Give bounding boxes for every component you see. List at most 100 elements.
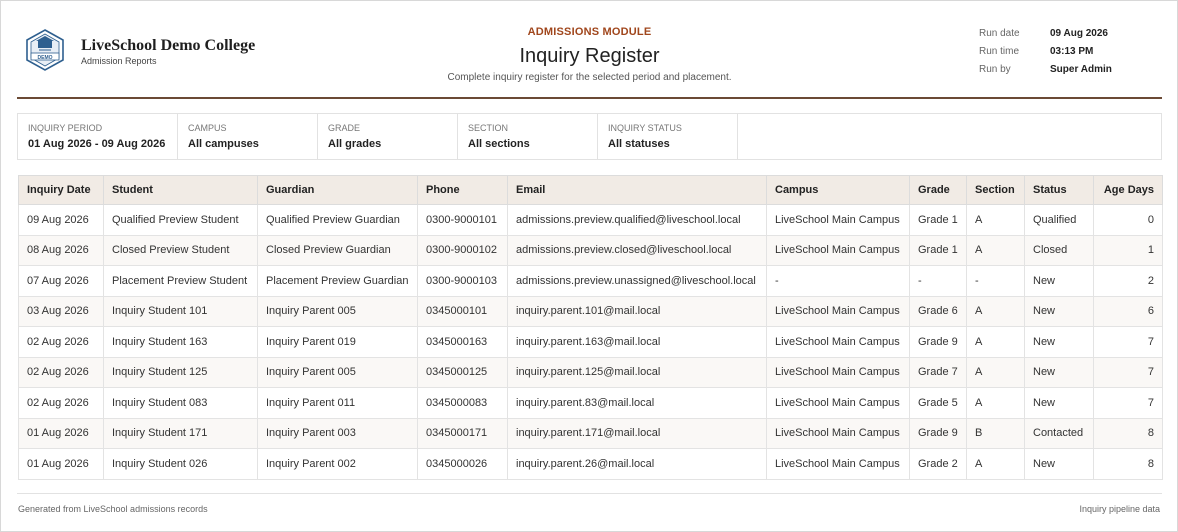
- cell-email: admissions.preview.qualified@liveschool.…: [507, 204, 767, 236]
- table-row: 03 Aug 2026 Inquiry Student 101 Inquiry Pa…: [18, 295, 1163, 327]
- cell-inquiry-date: 08 Aug 2026: [18, 234, 104, 266]
- cell-guardian: Inquiry Parent 019: [257, 326, 418, 358]
- inquiry-table: Inquiry Date Student Guardian Phone Email Cam…: [18, 175, 1163, 480]
- cell-inquiry-date: 02 Aug 2026: [18, 356, 104, 388]
- meta-value: 09 Aug 2026: [1050, 28, 1108, 39]
- cell-guardian: Closed Preview Guardian: [257, 234, 418, 266]
- cell-status: New: [1024, 356, 1094, 388]
- report-page: DEMO LiveSchool Demo College Admission R…: [0, 0, 1178, 532]
- cell-phone: 0345000026: [417, 448, 508, 480]
- cell-guardian: Inquiry Parent 003: [257, 417, 418, 449]
- run-metadata: Run date 09 Aug 2026 Run time 03:13 PM R…: [979, 28, 1112, 82]
- cell-status: New: [1024, 265, 1094, 297]
- cell-section: A: [966, 295, 1025, 327]
- filter-label: INQUIRY STATUS: [608, 123, 682, 133]
- module-label: ADMISSIONS MODULE: [527, 26, 652, 38]
- table-row: 02 Aug 2026 Inquiry Student 163 Inquiry Pa…: [18, 326, 1163, 358]
- filter-section: SECTION All sections: [458, 114, 598, 159]
- filter-grade: GRADE All grades: [318, 114, 458, 159]
- cell-grade: -: [909, 265, 967, 297]
- page-title: Inquiry Register: [519, 45, 660, 67]
- cell-section: A: [966, 204, 1025, 236]
- cell-campus: LiveSchool Main Campus: [766, 295, 910, 327]
- cell-campus: LiveSchool Main Campus: [766, 234, 910, 266]
- cell-status: New: [1024, 295, 1094, 327]
- cell-campus: LiveSchool Main Campus: [766, 417, 910, 449]
- table-row: 08 Aug 2026 Closed Preview Student Closed …: [18, 234, 1163, 266]
- cell-guardian: Inquiry Parent 005: [257, 356, 418, 388]
- cell-age-days: 7: [1093, 387, 1163, 419]
- cell-email: inquiry.parent.125@mail.local: [507, 356, 767, 388]
- cell-student: Inquiry Student 083: [103, 387, 258, 419]
- cell-email: inquiry.parent.101@mail.local: [507, 295, 767, 327]
- cell-age-days: 7: [1093, 326, 1163, 358]
- filter-inquiry-status: INQUIRY STATUS All statuses: [598, 114, 738, 159]
- column-header-status: Status: [1024, 175, 1094, 205]
- cell-student: Inquiry Student 125: [103, 356, 258, 388]
- cell-campus: LiveSchool Main Campus: [766, 356, 910, 388]
- cell-student: Inquiry Student 101: [103, 295, 258, 327]
- logo-text: DEMO: [38, 55, 53, 61]
- filter-campus: CAMPUS All campuses: [178, 114, 318, 159]
- cell-email: inquiry.parent.83@mail.local: [507, 387, 767, 419]
- cell-student: Inquiry Student 026: [103, 448, 258, 480]
- filter-value: 01 Aug 2026 - 09 Aug 2026: [28, 138, 166, 150]
- filter-summary: INQUIRY PERIOD 01 Aug 2026 - 09 Aug 2026…: [17, 113, 1162, 160]
- cell-section: A: [966, 448, 1025, 480]
- cell-guardian: Inquiry Parent 005: [257, 295, 418, 327]
- cell-inquiry-date: 02 Aug 2026: [18, 326, 104, 358]
- cell-guardian: Inquiry Parent 011: [257, 387, 418, 419]
- column-header-age-days: Age Days: [1093, 175, 1163, 205]
- cell-age-days: 8: [1093, 417, 1163, 449]
- cell-status: New: [1024, 387, 1094, 419]
- column-header-inquiry-date: Inquiry Date: [18, 175, 104, 205]
- table-header-row: Inquiry Date Student Guardian Phone Email Cam…: [18, 175, 1163, 205]
- cell-grade: Grade 9: [909, 326, 967, 358]
- cell-grade: Grade 2: [909, 448, 967, 480]
- column-header-email: Email: [507, 175, 767, 205]
- cell-grade: Grade 9: [909, 417, 967, 449]
- column-header-student: Student: [103, 175, 258, 205]
- column-header-section: Section: [966, 175, 1025, 205]
- cell-age-days: 1: [1093, 234, 1163, 266]
- cell-grade: Grade 1: [909, 234, 967, 266]
- column-header-grade: Grade: [909, 175, 967, 205]
- cell-guardian: Placement Preview Guardian: [257, 265, 418, 297]
- table-row: 02 Aug 2026 Inquiry Student 125 Inquiry Pa…: [18, 356, 1163, 388]
- table-row: 09 Aug 2026 Qualified Preview Student Qual…: [18, 204, 1163, 236]
- report-header: DEMO LiveSchool Demo College Admission R…: [17, 1, 1162, 99]
- meta-value: Super Admin: [1050, 64, 1112, 75]
- meta-label: Run date: [979, 28, 1020, 39]
- cell-student: Placement Preview Student: [103, 265, 258, 297]
- cell-grade: Grade 7: [909, 356, 967, 388]
- cell-guardian: Inquiry Parent 002: [257, 448, 418, 480]
- table-body: 09 Aug 2026 Qualified Preview Student Qual…: [18, 204, 1163, 480]
- cell-status: Contacted: [1024, 417, 1094, 449]
- table-row: 02 Aug 2026 Inquiry Student 083 Inquiry Pa…: [18, 387, 1163, 419]
- filter-label: CAMPUS: [188, 123, 227, 133]
- cell-age-days: 0: [1093, 204, 1163, 236]
- cell-age-days: 2: [1093, 265, 1163, 297]
- column-header-campus: Campus: [766, 175, 910, 205]
- cell-section: A: [966, 234, 1025, 266]
- meta-run-time: Run time 03:13 PM: [979, 46, 1112, 64]
- cell-phone: 0300-9000101: [417, 204, 508, 236]
- cell-phone: 0345000101: [417, 295, 508, 327]
- meta-run-date: Run date 09 Aug 2026: [979, 28, 1112, 46]
- filter-value: All campuses: [188, 138, 259, 150]
- cell-inquiry-date: 07 Aug 2026: [18, 265, 104, 297]
- filter-value: All grades: [328, 138, 382, 150]
- filter-value: All sections: [468, 138, 530, 150]
- meta-label: Run by: [979, 64, 1011, 75]
- cell-phone: 0345000125: [417, 356, 508, 388]
- column-header-guardian: Guardian: [257, 175, 418, 205]
- cell-campus: -: [766, 265, 910, 297]
- school-name: LiveSchool Demo College: [81, 37, 256, 54]
- cell-status: Qualified: [1024, 204, 1094, 236]
- meta-value: 03:13 PM: [1050, 46, 1094, 57]
- filter-value: All statuses: [608, 138, 670, 150]
- cell-grade: Grade 1: [909, 204, 967, 236]
- cell-grade: Grade 5: [909, 387, 967, 419]
- cell-section: B: [966, 417, 1025, 449]
- cell-section: A: [966, 356, 1025, 388]
